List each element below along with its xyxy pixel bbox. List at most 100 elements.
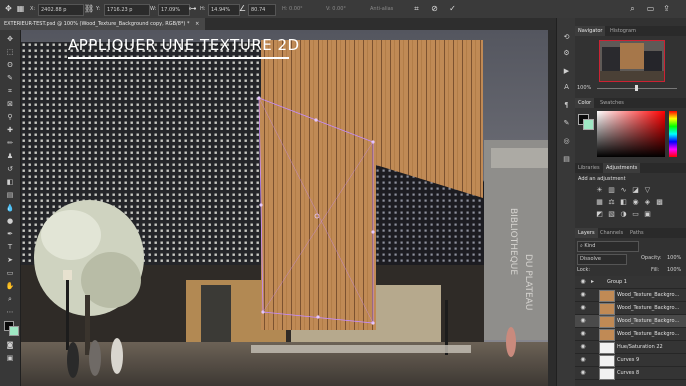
reference-point-icon[interactable]: ▦ bbox=[16, 4, 25, 13]
visibility-eye-icon[interactable]: ◉ bbox=[579, 356, 587, 364]
tab-paths[interactable]: Paths bbox=[627, 228, 647, 238]
x-position-field[interactable]: 2402.88 p bbox=[38, 4, 84, 16]
cancel-transform-icon[interactable]: ⊘ bbox=[430, 4, 439, 13]
threshold-icon[interactable]: ◑ bbox=[619, 210, 628, 219]
visibility-eye-icon[interactable]: ◉ bbox=[579, 278, 587, 286]
warp-icon[interactable]: ⌗ bbox=[412, 4, 421, 13]
height-field[interactable]: 14.94% bbox=[208, 4, 240, 16]
path-selection-icon[interactable]: ➤ bbox=[5, 255, 15, 265]
tab-histogram[interactable]: Histogram bbox=[607, 26, 639, 36]
healing-brush-icon[interactable]: ✚ bbox=[5, 125, 15, 135]
zoom-slider-handle[interactable] bbox=[635, 85, 638, 91]
lasso-tool-icon[interactable]: ʘ bbox=[5, 60, 15, 70]
glyphs-icon[interactable]: ◎ bbox=[561, 136, 572, 147]
move-tool-icon[interactable]: ✥ bbox=[4, 4, 13, 13]
link-icon[interactable]: ⛓ bbox=[84, 4, 94, 13]
color-lookup-icon[interactable]: ▩ bbox=[655, 198, 664, 207]
close-tab-icon[interactable]: × bbox=[195, 21, 199, 27]
brush-tool-icon[interactable]: ✏ bbox=[5, 138, 15, 148]
canvas-scrollbar[interactable] bbox=[548, 30, 556, 386]
history-brush-icon[interactable]: ↺ bbox=[5, 164, 15, 174]
document-canvas[interactable]: BIBLIOTHEQUE DU PLATEAU bbox=[21, 30, 556, 386]
character-icon[interactable]: A bbox=[561, 82, 572, 93]
crop-tool-icon[interactable]: ⌗ bbox=[5, 86, 15, 96]
selective-color-icon[interactable]: ▣ bbox=[643, 210, 652, 219]
tab-layers[interactable]: Layers bbox=[575, 228, 598, 238]
y-position-field[interactable]: 1716.23 p bbox=[104, 4, 150, 16]
levels-icon[interactable]: ▥ bbox=[607, 186, 616, 195]
layer-row[interactable]: ◉ Wood_Texture_Backgro... bbox=[575, 328, 686, 341]
eraser-tool-icon[interactable]: ◧ bbox=[5, 177, 15, 187]
color-balance-icon[interactable]: ⚖ bbox=[607, 198, 616, 207]
visibility-eye-icon[interactable]: ◉ bbox=[579, 369, 587, 377]
paragraph-icon[interactable]: ¶ bbox=[561, 100, 572, 111]
posterize-icon[interactable]: ▧ bbox=[607, 210, 616, 219]
layer-row[interactable]: ◉ Curves 8 bbox=[575, 367, 686, 380]
eyedropper-tool-icon[interactable]: ⚲ bbox=[5, 112, 15, 122]
marquee-tool-icon[interactable]: ⬚ bbox=[5, 47, 15, 57]
brightness-icon[interactable]: ☀ bbox=[595, 186, 604, 195]
tab-channels[interactable]: Channels bbox=[597, 228, 626, 238]
pen-tool-icon[interactable]: ✒ bbox=[5, 229, 15, 239]
quick-mask-icon[interactable]: ◙ bbox=[5, 340, 15, 350]
fill-value[interactable]: 100% bbox=[667, 267, 681, 273]
visibility-eye-icon[interactable]: ◉ bbox=[579, 291, 587, 299]
workspace-icon[interactable]: ▭ bbox=[646, 4, 655, 13]
anti-alias-label[interactable]: Anti-alias bbox=[370, 4, 393, 14]
black-white-icon[interactable]: ◧ bbox=[619, 198, 628, 207]
vibrance-icon[interactable]: ▽ bbox=[643, 186, 652, 195]
curves-icon[interactable]: ∿ bbox=[619, 186, 628, 195]
search-icon[interactable]: ⌕ bbox=[628, 4, 637, 13]
libraries-icon[interactable]: ▤ bbox=[561, 154, 572, 165]
share-icon[interactable]: ⇪ bbox=[662, 4, 671, 13]
background-color-swatch[interactable] bbox=[9, 326, 19, 336]
history-icon[interactable]: ⟲ bbox=[561, 32, 572, 43]
brushes-icon[interactable]: ✎ bbox=[561, 118, 572, 129]
width-field[interactable]: 17.09% bbox=[158, 4, 190, 16]
move-tool-icon[interactable]: ✥ bbox=[5, 34, 15, 44]
screen-mode-icon[interactable]: ▣ bbox=[5, 353, 15, 363]
channel-mixer-icon[interactable]: ◈ bbox=[643, 198, 652, 207]
photo-filter-icon[interactable]: ◉ bbox=[631, 198, 640, 207]
opacity-value[interactable]: 100% bbox=[667, 255, 681, 261]
tab-adjustments[interactable]: Adjustments bbox=[603, 163, 641, 173]
blend-mode-select[interactable]: Dissolve bbox=[577, 254, 627, 265]
tab-navigator[interactable]: Navigator bbox=[575, 26, 606, 36]
layer-row[interactable]: ◉ Curves 9 bbox=[575, 354, 686, 367]
dodge-tool-icon[interactable]: ● bbox=[5, 216, 15, 226]
properties-icon[interactable]: ⚙ bbox=[561, 48, 572, 59]
layer-row[interactable]: ◉ Wood_Texture_Backgro... bbox=[575, 302, 686, 315]
color-field[interactable] bbox=[597, 111, 665, 157]
gradient-map-icon[interactable]: ▭ bbox=[631, 210, 640, 219]
hue-slider[interactable] bbox=[669, 111, 677, 157]
layer-row[interactable]: ◉ Hue/Saturation 22 bbox=[575, 341, 686, 354]
more-tools-icon[interactable]: ⋯ bbox=[5, 307, 15, 317]
maintain-aspect-icon[interactable]: ⊶ bbox=[188, 4, 197, 13]
visibility-eye-icon[interactable]: ◉ bbox=[579, 330, 587, 338]
frame-tool-icon[interactable]: ⊠ bbox=[5, 99, 15, 109]
layer-filter[interactable]: ⌕ Kind bbox=[577, 241, 639, 252]
hue-saturation-icon[interactable]: ▦ bbox=[595, 198, 604, 207]
exposure-icon[interactable]: ◪ bbox=[631, 186, 640, 195]
hand-tool-icon[interactable]: ✋ bbox=[5, 281, 15, 291]
navigator-preview[interactable] bbox=[599, 40, 665, 82]
rotation-field[interactable]: 80.74 bbox=[248, 4, 276, 16]
document-tab[interactable]: EXTERIEUR-TEST.psd @ 100% (Wood_Texture_… bbox=[0, 18, 206, 30]
clone-stamp-icon[interactable]: ♟ bbox=[5, 151, 15, 161]
tab-swatches[interactable]: Swatches bbox=[597, 98, 627, 108]
type-tool-icon[interactable]: T bbox=[5, 242, 15, 252]
quick-selection-tool-icon[interactable]: ✎ bbox=[5, 73, 15, 83]
visibility-eye-icon[interactable]: ◉ bbox=[579, 304, 587, 312]
layer-row[interactable]: ◉ ▸ Group 1 bbox=[575, 276, 686, 289]
gradient-tool-icon[interactable]: ▤ bbox=[5, 190, 15, 200]
layer-row[interactable]: ◉ Wood_Texture_Backgro... bbox=[575, 315, 686, 328]
actions-icon[interactable]: ▶ bbox=[561, 66, 572, 77]
invert-icon[interactable]: ◩ bbox=[595, 210, 604, 219]
commit-transform-icon[interactable]: ✓ bbox=[448, 4, 457, 13]
zoom-tool-icon[interactable]: ⌕ bbox=[5, 294, 15, 304]
zoom-value[interactable]: 100% bbox=[577, 85, 591, 91]
blur-tool-icon[interactable]: 💧 bbox=[5, 203, 15, 213]
visibility-eye-icon[interactable]: ◉ bbox=[579, 343, 587, 351]
background-color-chip[interactable] bbox=[583, 119, 594, 130]
shape-tool-icon[interactable]: ▭ bbox=[5, 268, 15, 278]
